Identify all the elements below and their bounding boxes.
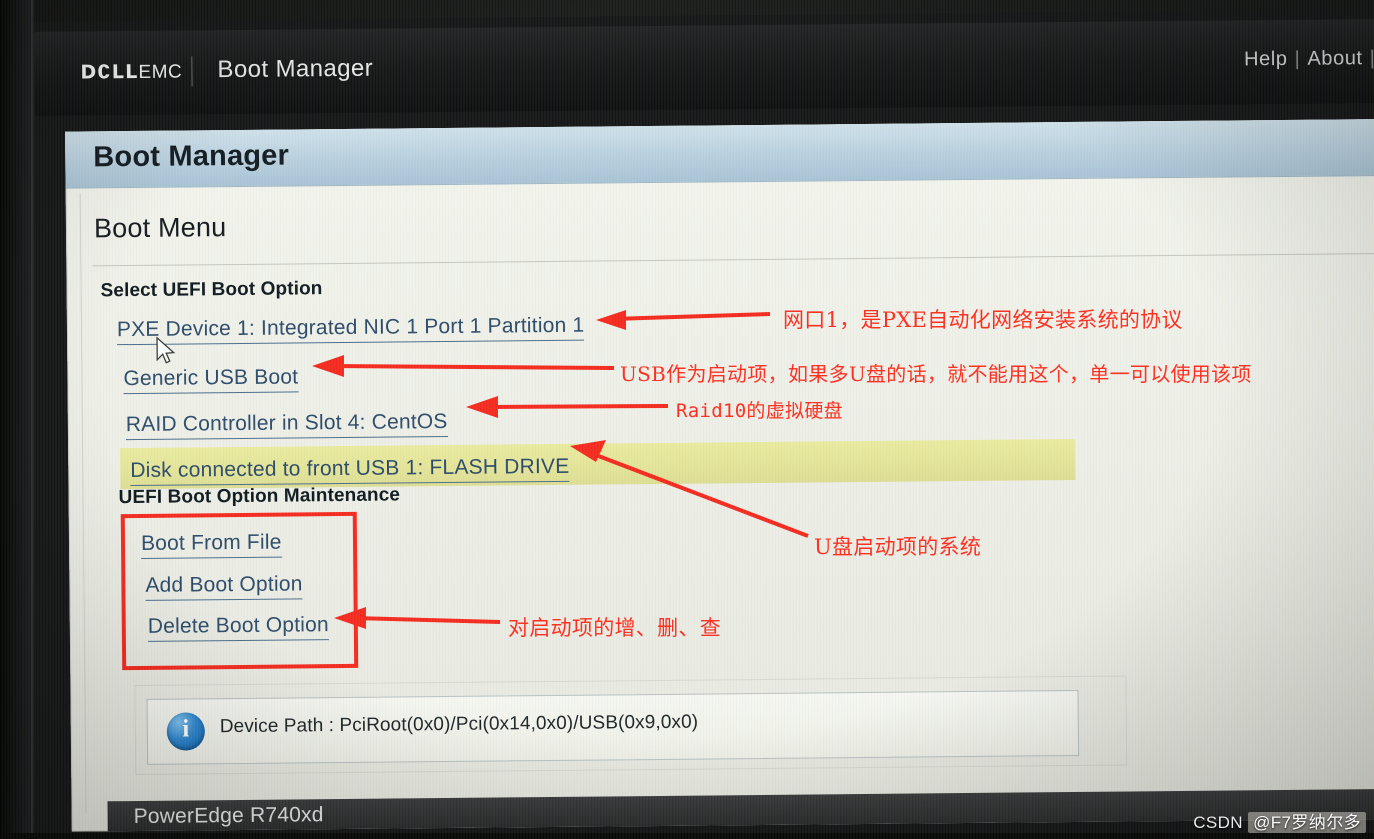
maintenance-label: Add Boot Option [145,572,303,601]
panel-left-rule [79,193,87,814]
mouse-cursor [156,336,176,364]
link-divider-1: | [1294,47,1301,70]
boot-menu-heading: Boot Menu [93,212,227,244]
about-link[interactable]: About [1307,47,1362,70]
boot-option-label: Generic USB Boot [123,365,299,395]
header-title: Boot Manager [217,54,374,84]
maintenance-boot-from-file[interactable]: Boot From File [140,530,282,559]
panel-body: Boot Menu Select UEFI Boot Option PXE De… [66,175,1374,832]
watermark-user: @F7罗纳尔多 [1248,812,1366,833]
boot-option-front-usb-flash-drive[interactable]: Disk connected to front USB 1: FLASH DRI… [130,454,570,487]
header-divider [191,56,193,87]
uefi-boot-option-maintenance-label: UEFI Boot Option Maintenance [118,484,401,509]
server-model-label: PowerEdge R740xd [133,803,324,829]
monitor-bezel-left [0,0,34,839]
header-links: Help|About|E [1244,47,1374,71]
csdn-watermark: CSDN @F7罗纳尔多 [1193,808,1366,833]
boot-option-label: PXE Device 1: Integrated NIC 1 Port 1 Pa… [116,313,585,346]
dell-emc-logo: D∁LLEMC [80,61,182,85]
dell-header-bar: D∁LLEMC Boot Manager Help|About|E [34,18,1374,116]
select-uefi-boot-option-label: Select UEFI Boot Option [100,278,323,302]
boot-option-pxe-device-1[interactable]: PXE Device 1: Integrated NIC 1 Port 1 Pa… [116,313,585,346]
boot-manager-panel: Boot Manager Boot Menu Select UEFI Boot … [65,118,1374,832]
boot-option-raid-controller-centos[interactable]: RAID Controller in Slot 4: CentOS [125,409,448,441]
maintenance-label: Delete Boot Option [147,613,329,642]
maintenance-delete-boot-option[interactable]: Delete Boot Option [147,613,329,642]
annotation-text-pxe: 网口1，是PXE自动化网络安装系统的协议 [783,308,1183,332]
monitor-bezel-bottom [0,833,1374,839]
boot-option-label: RAID Controller in Slot 4: CentOS [125,409,448,441]
page-title: Boot Manager [93,139,290,174]
watermark-site: CSDN [1193,813,1243,832]
annotation-text-usb-boot: USB作为启动项，如果多U盘的话，就不能用这个，单一可以使用该项 [620,362,1252,386]
maintenance-add-boot-option[interactable]: Add Boot Option [145,572,303,601]
annotation-text-maintenance: 对启动项的增、删、查 [508,616,721,640]
device-path-text: Device Path : PciRoot(0x0)/Pci(0x14,0x0)… [219,711,699,738]
boot-option-label: Disk connected to front USB 1: FLASH DRI… [130,454,570,487]
heading-separator [92,253,1374,267]
device-path-info-bar: Device Path : PciRoot(0x0)/Pci(0x14,0x0)… [146,689,1080,765]
dell-wordmark: D∁LL [80,60,139,84]
annotation-text-flash-drive: U盘启动项的系统 [814,535,982,559]
bios-screen: D∁LLEMC Boot Manager Help|About|E Boot M… [28,8,1374,839]
maintenance-label: Boot From File [140,530,282,559]
help-link[interactable]: Help [1244,48,1288,70]
emc-wordmark: EMC [138,61,183,83]
annotation-text-raid: Raid10的虚拟硬盘 [676,400,843,422]
monitor-photo: D∁LLEMC Boot Manager Help|About|E Boot M… [0,0,1374,839]
info-icon [166,712,205,751]
link-divider-2: | [1369,47,1374,70]
boot-option-generic-usb-boot[interactable]: Generic USB Boot [123,365,299,395]
